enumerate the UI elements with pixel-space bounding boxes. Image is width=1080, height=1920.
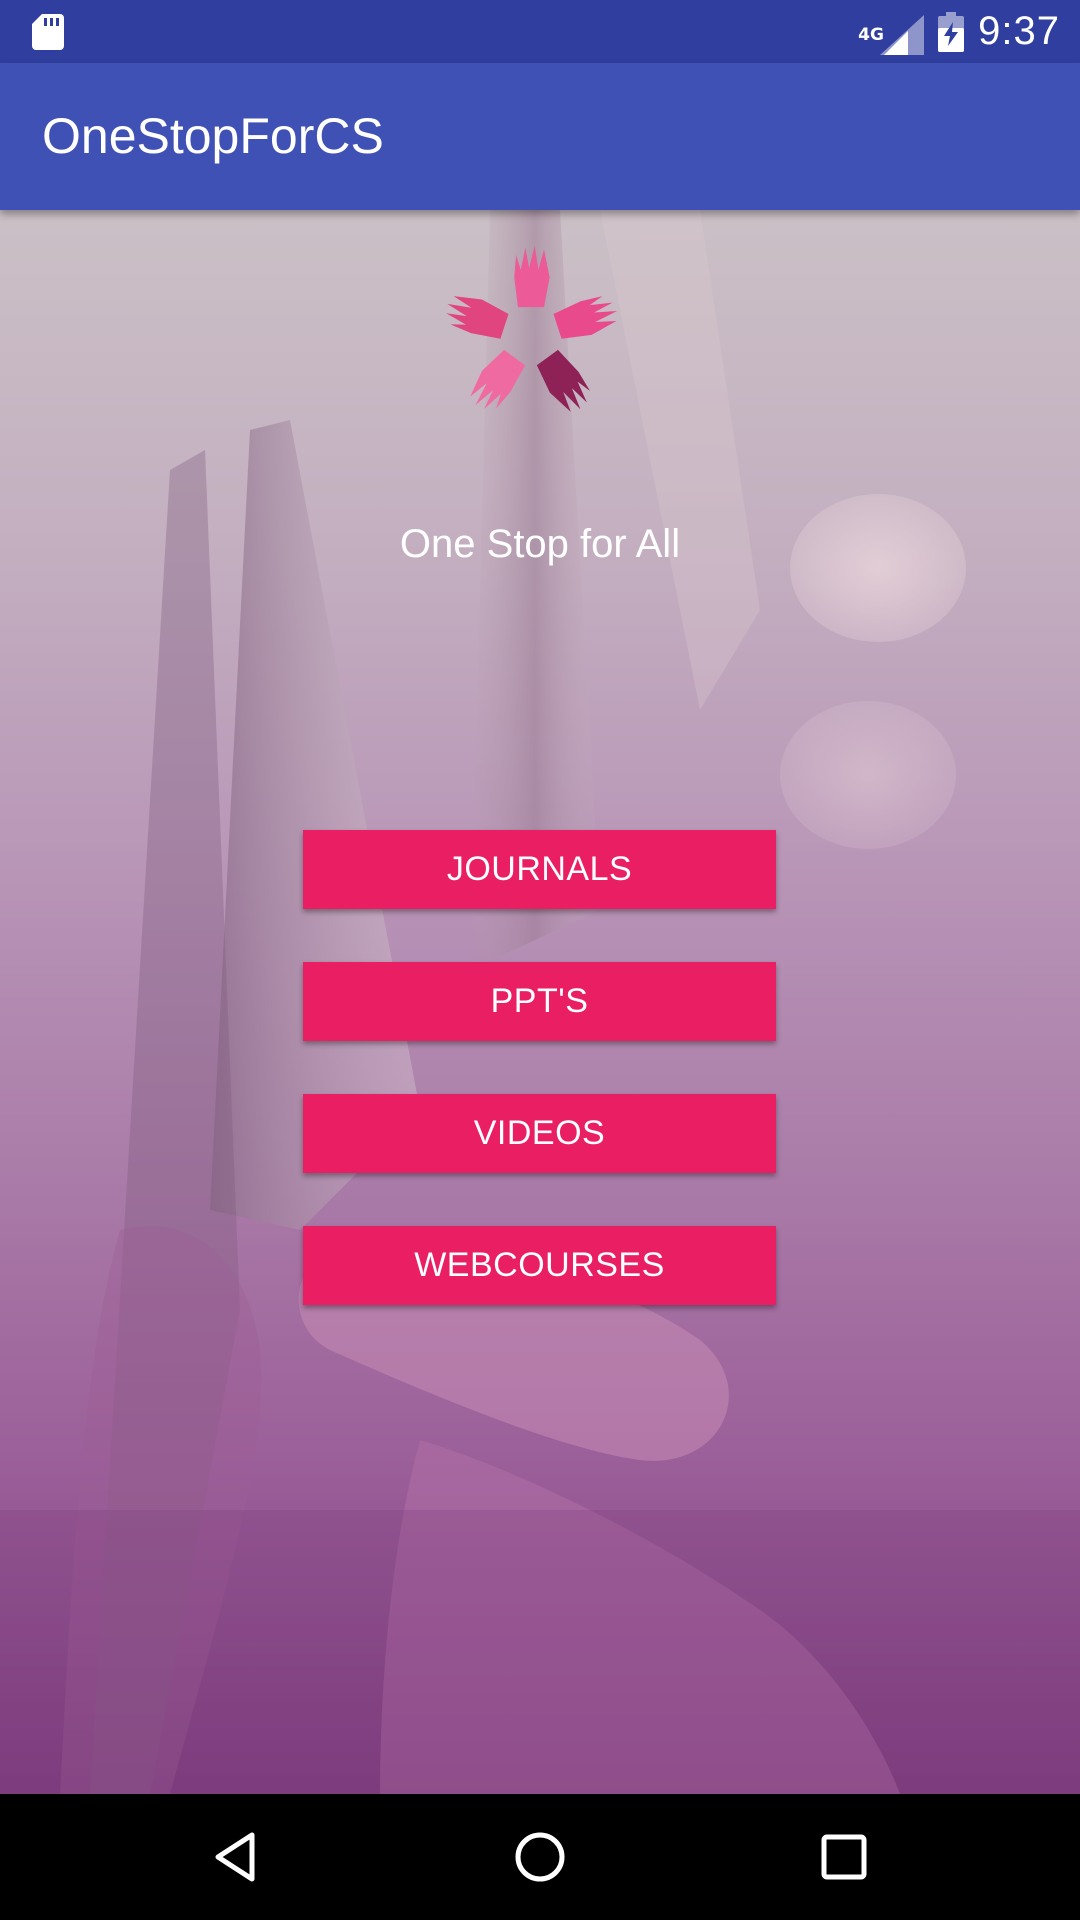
app-screen: 4G 9:37 OneStopForCS One Stop for All JO…	[0, 0, 1080, 1920]
videos-button[interactable]: VIDEOS	[303, 1094, 776, 1173]
network-type-label: 4G	[858, 24, 884, 45]
sd-card-icon	[32, 14, 64, 50]
webcourses-button[interactable]: WEBCOURSES	[303, 1226, 776, 1305]
status-bar: 4G 9:37	[0, 0, 1080, 63]
app-title: OneStopForCS	[42, 108, 384, 164]
app-bar: OneStopForCS	[0, 63, 1080, 210]
clock: 9:37	[978, 9, 1060, 53]
main-content: One Stop for All JOURNALS PPT'S VIDEOS W…	[0, 210, 1080, 1794]
recents-icon[interactable]	[814, 1827, 874, 1887]
navigation-bar	[0, 1794, 1080, 1920]
tagline: One Stop for All	[399, 522, 681, 566]
ppts-button[interactable]: PPT'S	[303, 962, 776, 1041]
signal-icon	[880, 14, 925, 55]
home-icon[interactable]	[510, 1827, 570, 1887]
journals-button[interactable]: JOURNALS	[303, 830, 776, 909]
battery-charging-icon	[938, 11, 965, 52]
hands-star-logo	[446, 245, 618, 412]
back-icon[interactable]	[206, 1827, 266, 1887]
